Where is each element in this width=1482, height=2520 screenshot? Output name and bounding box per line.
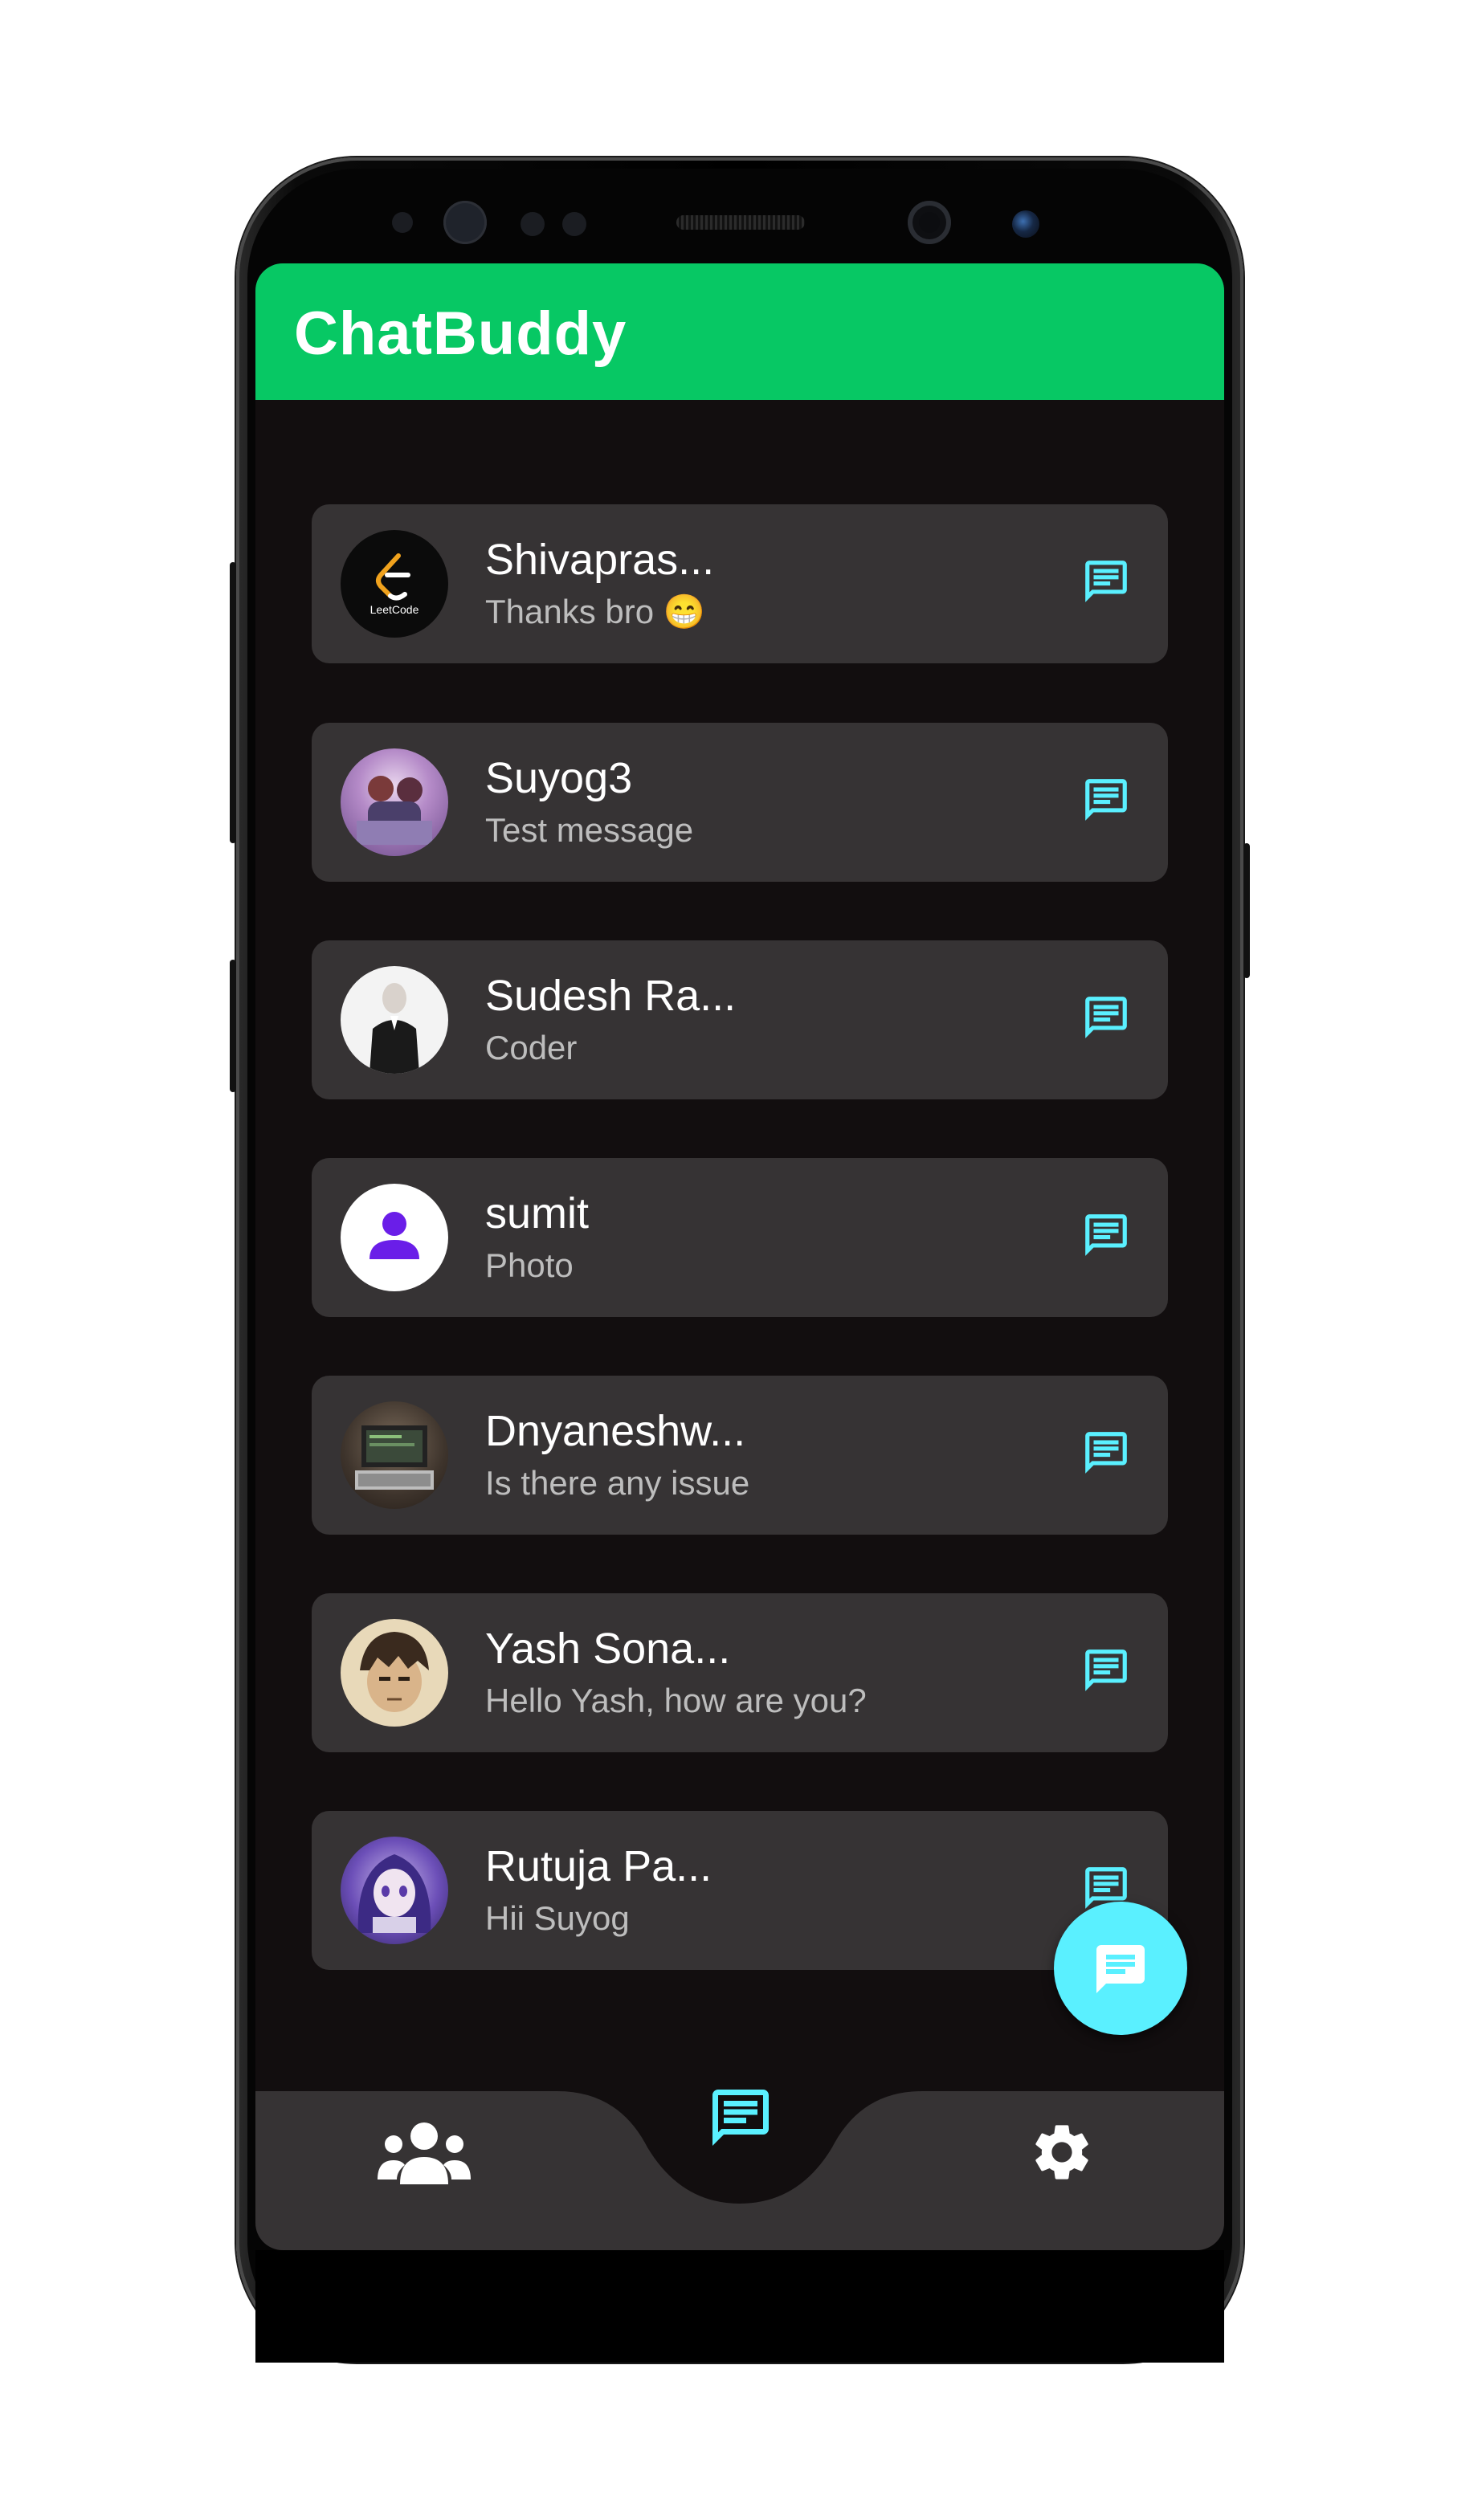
chat-icon[interactable] — [1081, 556, 1131, 607]
chat-icon[interactable] — [1081, 1645, 1131, 1696]
chat-item[interactable]: Rutuja Pa... Hii Suyog — [312, 1811, 1168, 1970]
new-chat-button[interactable] — [1054, 1902, 1187, 2035]
light-sensor-2 — [562, 212, 586, 236]
chat-name: Rutuja Pa... — [485, 1842, 712, 1890]
chat-last-message: Is there any issue — [485, 1464, 750, 1502]
chat-icon[interactable] — [1081, 1427, 1131, 1478]
chat-item[interactable]: Suyog3 Test message — [312, 723, 1168, 882]
app-bar: ChatBuddy — [255, 263, 1224, 400]
chat-icon[interactable] — [1081, 1209, 1131, 1261]
bottom-navigation-bar — [255, 2090, 1224, 2250]
chat-last-message: Hii Suyog — [485, 1899, 630, 1937]
volume-down-button — [230, 960, 236, 1092]
laptop-photo-avatar[interactable] — [341, 1401, 448, 1509]
chat-item[interactable]: Dnyaneshw... Is there any issue — [312, 1376, 1168, 1535]
front-camera — [908, 201, 951, 244]
anime-girl-avatar[interactable] — [341, 1837, 448, 1944]
gear-icon[interactable] — [1028, 2118, 1096, 2186]
chat-name: Shivapras... — [485, 536, 715, 584]
volume-up-button — [230, 562, 236, 843]
app-screen: ChatBuddy LeetCode Shivapras... Thanks b… — [255, 263, 1224, 2250]
chat-last-message: Hello Yash, how are you? — [485, 1682, 867, 1719]
chat-item[interactable]: LeetCode Shivapras... Thanks bro 😁 — [312, 504, 1168, 663]
leetcode-logo-avatar[interactable]: LeetCode — [341, 530, 448, 638]
man-in-suit-avatar[interactable] — [341, 966, 448, 1074]
chat-name: Sudesh Ra... — [485, 972, 737, 1020]
proximity-sensor — [392, 212, 413, 233]
app-title: ChatBuddy — [294, 300, 627, 368]
chat-icon[interactable] — [707, 2083, 774, 2152]
chat-item[interactable]: Yash Sona... Hello Yash, how are you? — [312, 1593, 1168, 1752]
chat-item[interactable]: Sudesh Ra... Coder — [312, 940, 1168, 1099]
power-button — [1243, 843, 1250, 978]
phone-bottom-bezel — [255, 2250, 1224, 2363]
people-icon[interactable] — [376, 2118, 472, 2186]
chat-name: Yash Sona... — [485, 1625, 731, 1673]
message-icon — [1096, 1945, 1145, 1993]
avatar-logo-text: LeetCode — [370, 603, 419, 616]
front-sensor — [443, 201, 487, 244]
chat-item[interactable]: sumit Photo — [312, 1158, 1168, 1317]
chat-icon[interactable] — [1081, 774, 1131, 826]
light-sensor-1 — [521, 212, 545, 236]
chat-last-message: Photo — [485, 1246, 574, 1284]
chat-name: Dnyaneshw... — [485, 1407, 746, 1455]
chat-last-message: Thanks bro 😁 — [485, 593, 706, 630]
chat-last-message: Test message — [485, 811, 694, 849]
chat-icon[interactable] — [1081, 992, 1131, 1043]
anime-group-avatar[interactable] — [341, 748, 448, 856]
chat-last-message: Coder — [485, 1029, 578, 1066]
anime-boy-avatar[interactable] — [341, 1619, 448, 1727]
earpiece-speaker — [676, 215, 805, 230]
chat-name: Suyog3 — [485, 754, 633, 802]
default-person-avatar[interactable] — [341, 1184, 448, 1291]
iris-scanner — [1012, 210, 1039, 238]
chat-name: sumit — [485, 1189, 590, 1238]
